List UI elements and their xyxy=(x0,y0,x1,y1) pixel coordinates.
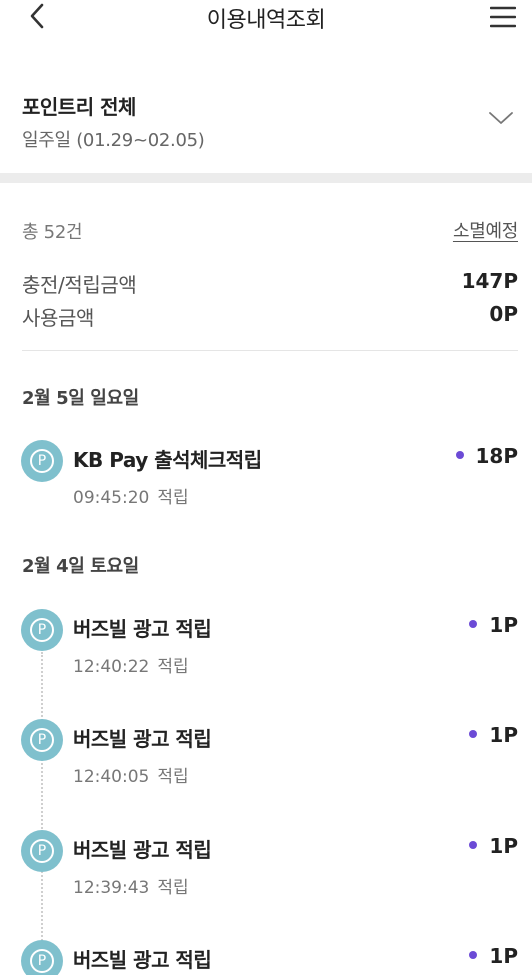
point-icon: P xyxy=(21,440,63,482)
txn-type: 적립 xyxy=(157,657,189,677)
usage-value: 0P xyxy=(489,302,518,326)
point-icon: P xyxy=(21,609,63,651)
total-count: 총 52건 xyxy=(22,222,83,243)
txn-type: 적립 xyxy=(157,878,189,898)
txn-amount: 18P xyxy=(475,444,519,468)
txn-amount-wrap: 1P xyxy=(469,834,518,858)
list-item[interactable]: P 버즈빌 광고 적립 1P xyxy=(0,940,532,975)
txn-amount: 1P xyxy=(489,613,518,637)
txn-title: 버즈빌 광고 적립 xyxy=(73,948,212,972)
txn-title: 버즈빌 광고 적립 xyxy=(73,838,212,862)
expire-link[interactable]: 소멸예정 xyxy=(453,217,518,243)
txn-time: 09:45:20 xyxy=(73,488,150,508)
txn-title: 버즈빌 광고 적립 xyxy=(73,617,212,641)
list-item[interactable]: P 버즈빌 광고 적립 12:40:05 적립 1P xyxy=(0,719,532,789)
txn-meta: 12:39:43 적립 xyxy=(73,873,189,898)
summary-divider xyxy=(22,350,518,351)
txn-time: 12:40:05 xyxy=(73,767,150,787)
txn-amount-wrap: 1P xyxy=(469,944,518,968)
list-item[interactable]: P 버즈빌 광고 적립 12:39:43 적립 1P xyxy=(0,830,532,900)
txn-meta: 12:40:22 적립 xyxy=(73,652,189,677)
list-item[interactable]: P 버즈빌 광고 적립 12:40:22 적립 1P xyxy=(0,609,532,679)
list-item[interactable]: P KB Pay 출석체크적립 09:45:20 적립 18P xyxy=(0,440,532,510)
app-header: 이용내역조회 xyxy=(0,0,532,34)
dot-icon xyxy=(469,950,478,959)
txn-amount-wrap: 18P xyxy=(455,444,519,468)
filter-title: 포인트리 전체 xyxy=(22,95,136,119)
txn-type: 적립 xyxy=(157,488,189,508)
filter-selector[interactable]: 포인트리 전체 일주일 (01.29~02.05) xyxy=(0,86,532,156)
dot-icon xyxy=(469,729,478,738)
txn-amount: 1P xyxy=(489,944,518,968)
chevron-down-icon xyxy=(489,112,513,124)
txn-title: 버즈빌 광고 적립 xyxy=(73,727,212,751)
txn-amount-wrap: 1P xyxy=(469,723,518,747)
filter-period: 일주일 (01.29~02.05) xyxy=(22,130,205,151)
txn-meta: 12:40:05 적립 xyxy=(73,762,189,787)
charge-value: 147P xyxy=(461,269,518,293)
date-heading: 2월 5일 일요일 xyxy=(22,388,139,409)
date-heading: 2월 4일 토요일 xyxy=(22,556,139,577)
section-divider xyxy=(0,173,532,183)
txn-title: KB Pay 출석체크적립 xyxy=(73,448,262,472)
page-title: 이용내역조회 xyxy=(206,8,326,33)
txn-amount-wrap: 1P xyxy=(469,613,518,637)
txn-time: 12:39:43 xyxy=(73,878,150,898)
txn-amount: 1P xyxy=(489,834,518,858)
usage-label: 사용금액 xyxy=(22,306,94,330)
txn-type: 적립 xyxy=(157,767,189,787)
point-icon: P xyxy=(21,940,63,975)
dot-icon xyxy=(469,840,478,849)
dot-icon xyxy=(469,619,478,628)
txn-meta: 09:45:20 적립 xyxy=(73,483,189,508)
point-icon: P xyxy=(21,830,63,872)
hamburger-menu-icon xyxy=(489,6,517,28)
charge-label: 충전/적립금액 xyxy=(22,273,137,297)
point-icon: P xyxy=(21,719,63,761)
txn-time: 12:40:22 xyxy=(73,657,150,677)
dot-icon xyxy=(455,450,464,459)
txn-amount: 1P xyxy=(489,723,518,747)
timeline-line xyxy=(41,652,43,952)
menu-button[interactable] xyxy=(489,5,517,29)
